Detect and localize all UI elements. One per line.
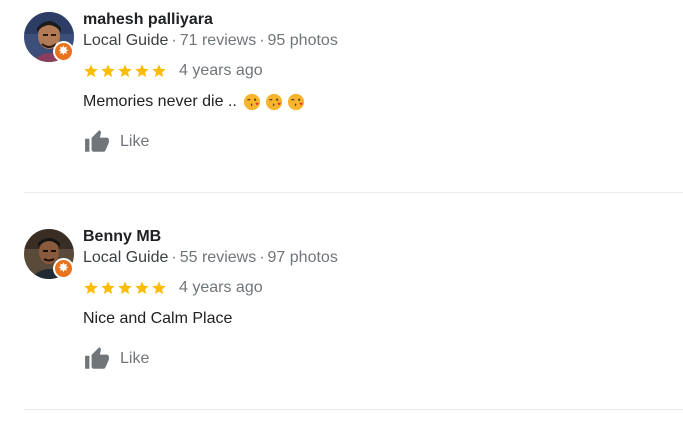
star-rating xyxy=(83,62,168,80)
meta-separator: · xyxy=(259,249,265,266)
star-icon xyxy=(118,64,132,77)
star-icon xyxy=(152,281,166,294)
star-icon xyxy=(118,281,132,294)
meta-separator: · xyxy=(171,249,177,266)
reviewer-name[interactable]: Benny MB xyxy=(83,227,161,247)
face-blowing-kiss-icon xyxy=(243,93,261,111)
reviews-count: 71 reviews xyxy=(179,32,257,49)
reviewer-meta: Local Guide · 55 reviews · 97 photos xyxy=(83,248,338,268)
review-text: Memories never die .. xyxy=(83,93,237,110)
star-icon xyxy=(135,64,149,77)
local-guide-label[interactable]: Local Guide xyxy=(83,249,168,266)
star-rating xyxy=(83,279,168,297)
local-guide-label[interactable]: Local Guide xyxy=(83,32,168,49)
review-time: 4 years ago xyxy=(179,62,263,79)
face-blowing-kiss-icon xyxy=(287,93,305,111)
review-text-block: Memories never die .. xyxy=(83,92,305,112)
review-text: Nice and Calm Place xyxy=(83,310,233,327)
review-divider xyxy=(24,192,683,193)
thumbs-up-icon xyxy=(85,130,109,152)
star-icon xyxy=(101,64,115,77)
star-icon xyxy=(84,64,98,77)
meta-separator: · xyxy=(171,32,177,49)
face-blowing-kiss-icon xyxy=(265,93,283,111)
reviews-count: 55 reviews xyxy=(179,249,257,266)
reviewer-meta: Local Guide · 71 reviews · 95 photos xyxy=(83,31,338,51)
local-guide-badge-icon: ✸ xyxy=(53,41,74,62)
photos-count: 97 photos xyxy=(267,249,338,266)
star-icon xyxy=(152,64,166,77)
photos-count: 95 photos xyxy=(267,32,338,49)
review-divider xyxy=(24,409,683,410)
star-icon xyxy=(101,281,115,294)
star-icon xyxy=(84,281,98,294)
meta-separator: · xyxy=(259,32,265,49)
like-label: Like xyxy=(120,350,150,367)
local-guide-badge-icon: ✸ xyxy=(53,258,74,279)
like-label: Like xyxy=(120,133,150,150)
like-button[interactable]: Like xyxy=(83,128,149,156)
reviewer-name[interactable]: mahesh palliyara xyxy=(83,10,213,30)
star-icon xyxy=(135,281,149,294)
thumbs-up-icon xyxy=(85,347,109,369)
like-button[interactable]: Like xyxy=(83,345,149,373)
review-text-block: Nice and Calm Place xyxy=(83,309,232,329)
review-time: 4 years ago xyxy=(179,279,263,296)
